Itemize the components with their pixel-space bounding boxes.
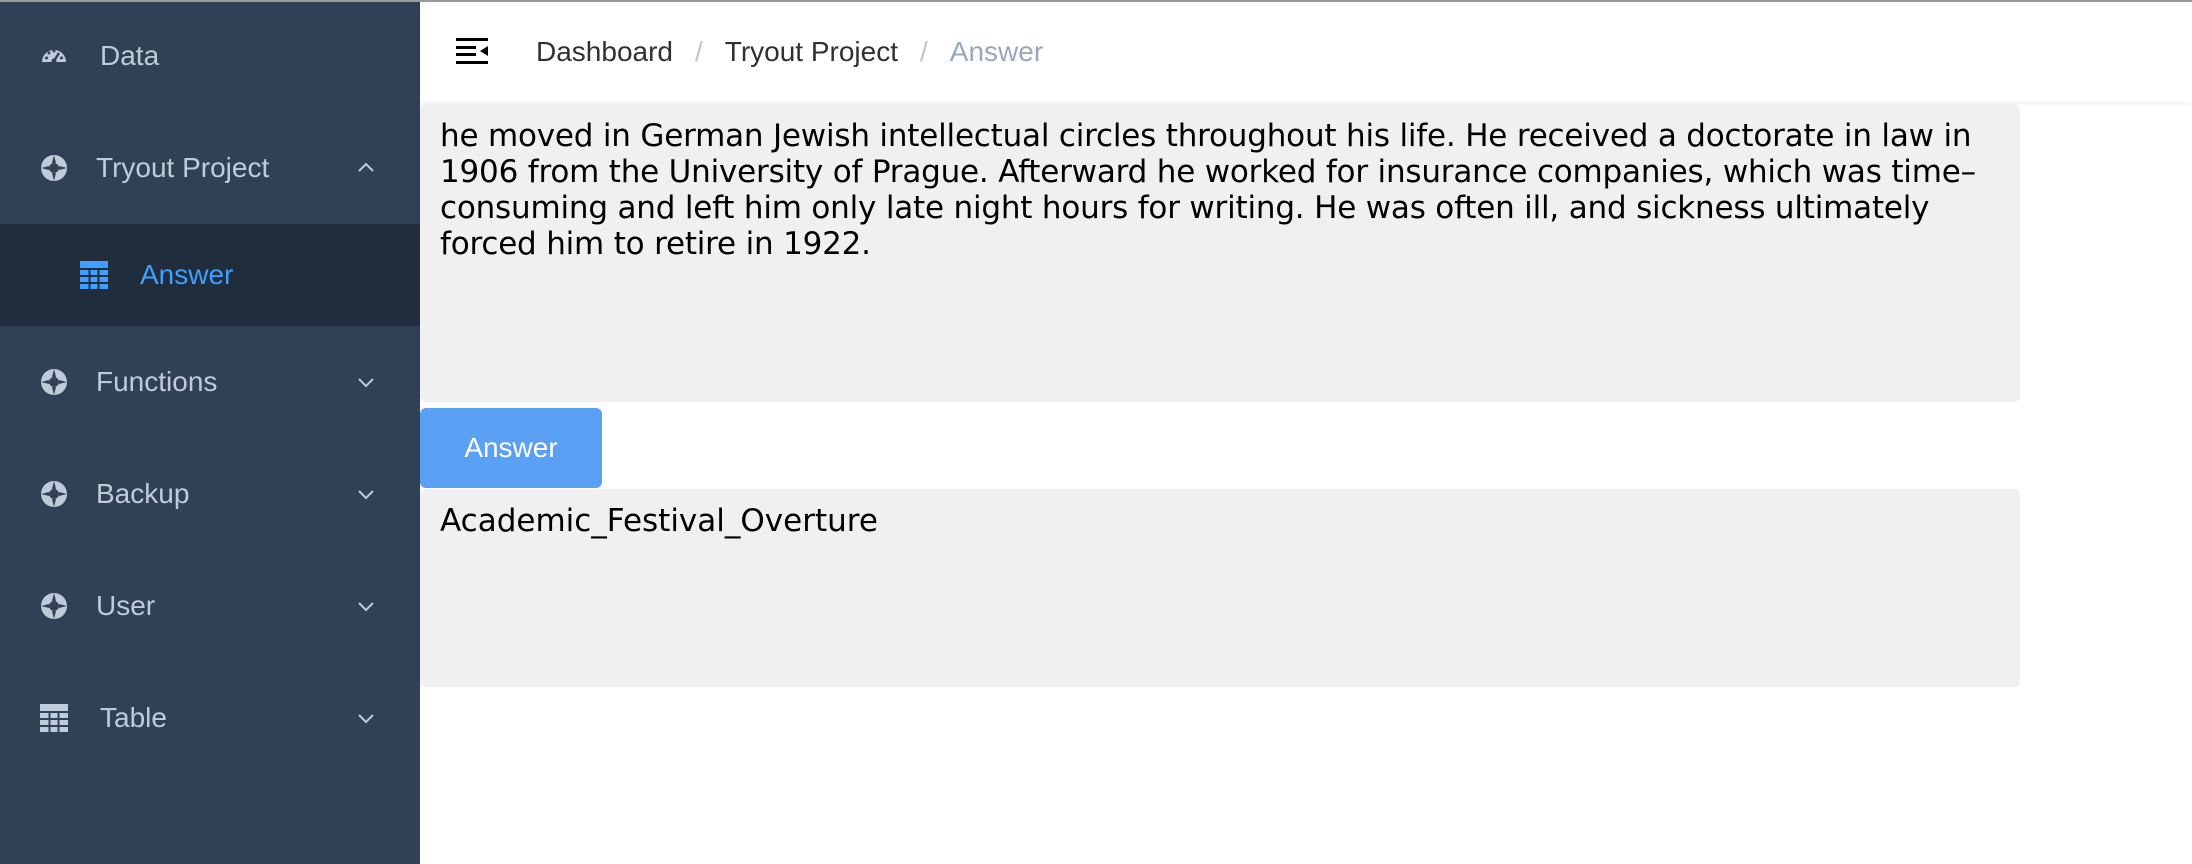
sidebar-subitem-answer[interactable]: Answer [0,224,420,326]
sidebar-item-tryout-project[interactable]: Tryout Project [0,112,420,224]
sidebar-item-label: Data [100,40,160,71]
lifebuoy-icon [41,369,67,395]
answer-button[interactable]: Answer [420,408,602,488]
sidebar-item-label: Functions [96,366,218,397]
chevron-down-icon [358,378,374,388]
breadcrumb-dashboard[interactable]: Dashboard [536,36,673,68]
breadcrumb: Dashboard / Tryout Project / Answer [536,2,1043,102]
sidebar-item-label: User [96,590,156,621]
chevron-down-icon [358,714,374,724]
sidebar-item-label: Backup [96,478,190,509]
dashboard-icon [42,49,66,64]
table-icon [80,261,108,289]
lifebuoy-icon [41,481,67,507]
question-textarea[interactable]: he moved in German Jewish intellectual c… [420,104,2020,402]
sidebar-item-user[interactable]: User [0,550,420,662]
sidebar-item-label: Tryout Project [96,152,270,183]
breadcrumb-separator: / [694,36,703,67]
breadcrumb-answer: Answer [949,36,1044,67]
chevron-down-icon [358,602,374,612]
answer-result-textarea[interactable]: Academic_Festival_Overture [420,489,2020,687]
sidebar-item-data[interactable]: Data [0,0,420,112]
chevron-down-icon [358,490,374,500]
top-border [0,0,2192,2]
sidebar-subitem-label: Answer [140,259,234,290]
chevron-up-icon [358,162,374,172]
breadcrumb-tryout-project[interactable]: Tryout Project [725,36,898,68]
breadcrumb-separator: / [920,36,928,67]
sidebar-item-table[interactable]: Table [0,662,420,774]
table-icon [40,704,68,732]
hamburger-fold-icon[interactable] [456,36,488,66]
lifebuoy-icon [41,593,67,619]
sidebar-item-label: Table [100,702,167,733]
lifebuoy-icon [41,155,67,181]
navbar: Dashboard / Tryout Project / Answer [420,2,2192,102]
sidebar-item-backup[interactable]: Backup [0,438,420,550]
sidebar-item-functions[interactable]: Functions [0,326,420,438]
sidebar: Data Tryout Project Answer Functions Bac… [0,0,420,864]
